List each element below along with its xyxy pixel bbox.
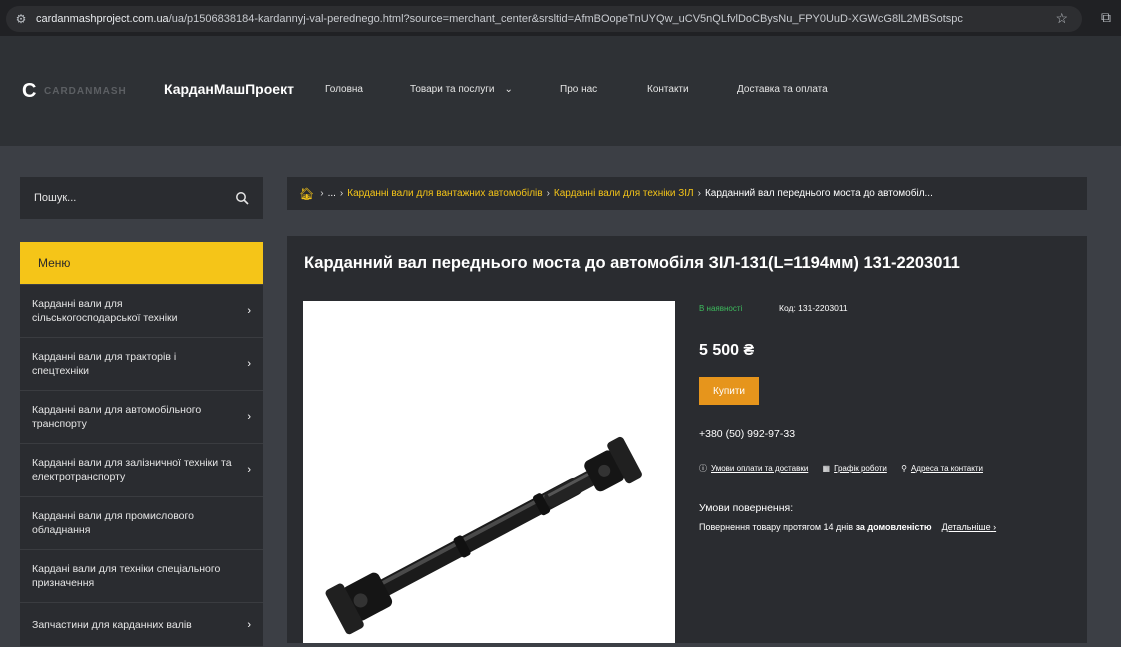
brand-name[interactable]: КарданМашПроект (164, 81, 294, 97)
nav-home[interactable]: Головна (325, 84, 363, 95)
search-box[interactable]: Пошук... (20, 177, 263, 219)
star-icon[interactable]: ☆ (1055, 10, 1068, 27)
menu-header: Меню (20, 242, 263, 284)
url-text[interactable]: cardanmashproject.com.ua/ua/p1506838184-… (36, 13, 1046, 25)
return-policy-text: Повернення товару протягом 14 днів за до… (699, 522, 996, 532)
return-details-label: Детальніше (941, 522, 991, 532)
phone-number[interactable]: +380 (50) 992-97-33 (699, 428, 795, 440)
chevron-right-icon: › (247, 305, 251, 317)
breadcrumb-current: Карданний вал переднього моста до автомо… (704, 188, 933, 199)
product-image[interactable] (303, 301, 675, 643)
return-policy-terms: за домовленістю (855, 522, 932, 532)
link-address[interactable]: Адреса та контакти (911, 464, 983, 473)
calendar-icon: ▦ (822, 464, 831, 473)
breadcrumb: 🏠︎ › ... › Карданні вали для вантажних а… (287, 177, 1087, 210)
url-path: /ua/p1506838184-kardannyj-val-perednego.… (168, 13, 963, 25)
product-title: Карданний вал переднього моста до автомо… (304, 254, 960, 272)
product-panel: Карданний вал переднього моста до автомо… (287, 236, 1087, 643)
site-header: C CARDANMASH КарданМашПроект Головна Тов… (0, 36, 1121, 146)
browser-toolbar: ⚙ cardanmashproject.com.ua/ua/p150683818… (0, 0, 1121, 36)
chevron-right-icon: › (247, 618, 251, 631)
nav-contacts[interactable]: Контакти (647, 84, 689, 95)
menu-item-label: Карданні вали для тракторів і спецтехнік… (32, 351, 177, 377)
location-pin-icon: ⚲ (901, 464, 907, 473)
breadcrumb-ellipsis[interactable]: ... (328, 188, 336, 199)
site-settings-icon[interactable]: ⚙ (14, 12, 28, 26)
cardan-shaft-illustration (325, 436, 642, 635)
chevron-right-icon: › (993, 522, 997, 532)
search-input[interactable]: Пошук... (34, 192, 76, 204)
menu-item-railway[interactable]: Карданні вали для залізничної техніки та… (20, 444, 263, 497)
chevron-down-icon: ⌄ (504, 84, 513, 95)
link-payment-delivery[interactable]: Умови оплати та доставки (711, 464, 808, 473)
breadcrumb-separator: › (320, 188, 324, 199)
menu-item-industrial[interactable]: Карданні вали для промислового обладнанн… (20, 497, 263, 550)
home-icon[interactable]: 🏠︎ (299, 187, 314, 201)
search-icon[interactable] (235, 191, 249, 205)
product-code: Код: 131-2203011 (779, 303, 848, 313)
logo-mark[interactable]: C (22, 80, 36, 103)
link-schedule[interactable]: Графік роботи (834, 464, 887, 473)
breadcrumb-link-trucks[interactable]: Карданні вали для вантажних автомобілів (347, 188, 542, 199)
return-policy-body: Повернення товару протягом 14 днів (699, 522, 854, 532)
logo-wordmark[interactable]: CARDANMASH (44, 86, 127, 97)
breadcrumb-separator: › (546, 188, 550, 199)
breadcrumb-separator: › (339, 188, 344, 199)
chevron-right-icon: › (247, 464, 251, 476)
stock-status: В наявності (699, 304, 743, 313)
menu-item-label: Карданні вали для сільськогосподарської … (32, 298, 178, 324)
nav-delivery[interactable]: Доставка та оплата (737, 84, 828, 95)
menu-item-automotive[interactable]: Карданні вали для автомобільного транспо… (20, 391, 263, 444)
menu-item-label: Запчастини для карданних валів (32, 618, 192, 631)
nav-about[interactable]: Про нас (560, 84, 597, 95)
menu-item-label: Карданi вали для техніки спеціального пр… (32, 563, 221, 589)
nav-products[interactable]: Товари та послуги ⌄ (410, 84, 513, 95)
buy-button[interactable]: Купити (699, 377, 759, 405)
url-domain: cardanmashproject.com.ua (36, 13, 169, 25)
chevron-right-icon: › (247, 411, 251, 423)
menu-item-label: Карданні вали для промислового обладнанн… (32, 510, 194, 536)
return-policy-title: Умови повернення: (699, 502, 794, 514)
info-links: ⓘ Умови оплати та доставки ▦ Графік роботи… (699, 463, 995, 474)
menu-item-special[interactable]: Карданi вали для техніки спеціального пр… (20, 550, 263, 603)
menu-item-label: Карданні вали для автомобільного транспо… (32, 404, 202, 430)
category-menu: Карданні вали для сільськогосподарської … (20, 285, 263, 647)
product-price: 5 500 ₴ (699, 342, 755, 359)
menu-item-spare-parts[interactable]: Запчастини для карданних валів › (20, 603, 263, 647)
chevron-right-icon: › (247, 358, 251, 370)
menu-item-label: Карданні вали для залізничної техніки та… (32, 457, 232, 483)
menu-item-agricultural[interactable]: Карданні вали для сільськогосподарської … (20, 285, 263, 338)
nav-products-label: Товари та послуги (410, 84, 495, 95)
breadcrumb-link-zil[interactable]: Карданні вали для техніки ЗІЛ (554, 188, 694, 199)
extensions-icon[interactable]: ⧉ (1101, 9, 1111, 26)
info-icon: ⓘ (699, 464, 707, 473)
address-bar[interactable]: ⚙ cardanmashproject.com.ua/ua/p150683818… (6, 6, 1082, 32)
menu-item-tractors[interactable]: Карданні вали для тракторів і спецтехнік… (20, 338, 263, 391)
return-details-link[interactable]: Детальніше › (942, 522, 996, 532)
breadcrumb-separator: › (697, 188, 701, 199)
